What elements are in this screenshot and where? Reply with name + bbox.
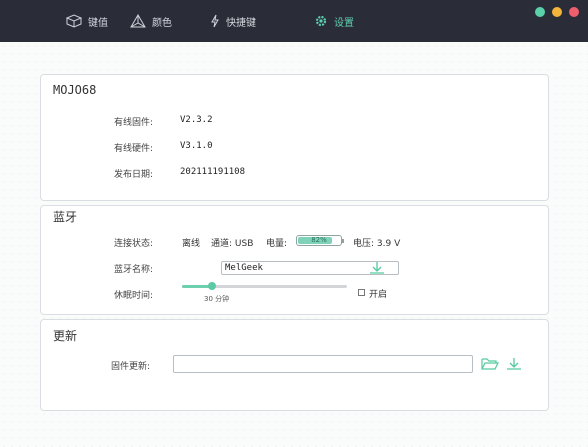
release-date-value: 202111191108 [180,167,246,177]
connection-status-value: 离线 [182,239,201,249]
sleep-time-slider[interactable] [182,282,347,290]
settings-content: MOJO68 有线固件: V2.3.2 有线硬件: V3.1.0 发布日期: 2… [0,42,588,447]
keyboard-icon [66,14,82,28]
channel-text: 通道: USB [211,239,254,249]
nav-tab-keys[interactable]: 键值 [66,10,108,32]
wired-firmware-label: 有线固件: [114,118,154,128]
update-title: 更新 [53,329,78,343]
battery-cap [342,239,344,243]
wired-hardware-value: V3.1.0 [180,141,213,151]
battery-percent: 82% [311,236,327,244]
lightning-icon [211,14,219,28]
firmware-update-label: 固件更新: [111,362,151,372]
sleep-time-value: 30 分钟 [204,295,230,303]
close-window-button[interactable] [569,7,579,17]
bluetooth-title: 蓝牙 [53,210,78,224]
nav-tab-label: 键值 [88,17,108,29]
firmware-path-input[interactable] [173,355,473,373]
sleep-time-label: 休眠时间: [114,291,154,301]
update-panel: 更新 固件更新: [40,319,549,411]
top-nav-bar: 键值 颜色 快捷键 设置 [0,0,588,42]
sleep-enable-label: 开启 [369,290,388,300]
wired-firmware-value: V2.3.2 [180,115,213,125]
voltage-text: 电压: 3.9 V [353,239,401,249]
device-info-panel: MOJO68 有线固件: V2.3.2 有线硬件: V3.1.0 发布日期: 2… [40,74,549,201]
release-date-label: 发布日期: [114,170,154,180]
nav-tab-shortcuts[interactable]: 快捷键 [210,10,256,32]
bluetooth-name-label: 蓝牙名称: [114,265,154,275]
wired-hardware-label: 有线硬件: [114,144,154,154]
gear-icon [315,15,327,27]
nav-tab-label: 颜色 [152,17,172,29]
triangle-icon [130,14,146,28]
folder-open-icon[interactable] [481,357,499,371]
nav-tab-label: 设置 [334,17,354,29]
connection-status-label: 连接状态: [114,239,154,249]
slider-thumb[interactable] [208,282,216,290]
restore-window-button[interactable] [535,7,545,17]
nav-tab-settings[interactable]: 设置 [314,10,354,32]
bluetooth-panel: 蓝牙 连接状态: 离线 通道: USB 电量: 82% 电压: 3.9 V 蓝牙… [40,205,549,315]
nav-tab-colors[interactable]: 颜色 [130,10,172,32]
sleep-enable-checkbox[interactable] [358,289,365,296]
battery-label: 电量: [266,239,288,249]
device-title: MOJO68 [53,83,97,97]
download-icon[interactable] [369,261,385,275]
minimize-window-button[interactable] [552,7,562,17]
battery-indicator: 82% [296,235,344,246]
download-icon[interactable] [506,357,522,371]
nav-tab-label: 快捷键 [226,17,256,29]
